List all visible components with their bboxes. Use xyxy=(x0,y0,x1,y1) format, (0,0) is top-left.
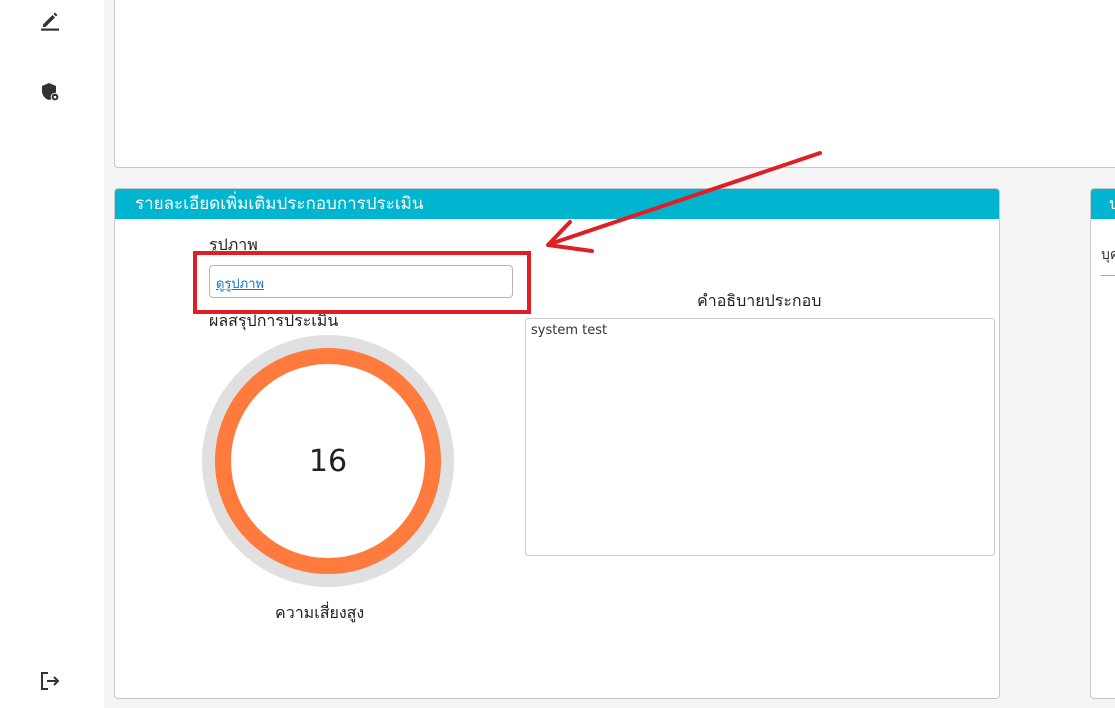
top-panel xyxy=(114,0,1115,168)
shield-icon[interactable] xyxy=(38,80,62,104)
right-card-text: บุค xyxy=(1101,247,1115,263)
risk-label: ความเสี่ยงสูง xyxy=(275,603,365,622)
description-textarea[interactable]: system test xyxy=(525,318,995,556)
risk-score: 16 xyxy=(308,443,348,479)
annotation-highlight-box xyxy=(193,251,531,314)
description-label: คำอธิบายประกอบ xyxy=(697,291,822,310)
edit-icon[interactable] xyxy=(38,8,62,32)
card-title: รายละเอียดเพิ่มเติมประกอบการประเมิน xyxy=(115,189,999,219)
sidebar xyxy=(0,0,104,708)
assessment-detail-card: รายละเอียดเพิ่มเติมประกอบการประเมิน รูปภ… xyxy=(114,188,1000,699)
right-card: ป บุค xyxy=(1090,188,1115,699)
logout-icon[interactable] xyxy=(38,669,62,693)
right-card-divider xyxy=(1101,275,1115,276)
risk-gauge: 16 xyxy=(200,333,456,589)
right-card-title: ป xyxy=(1091,189,1115,219)
